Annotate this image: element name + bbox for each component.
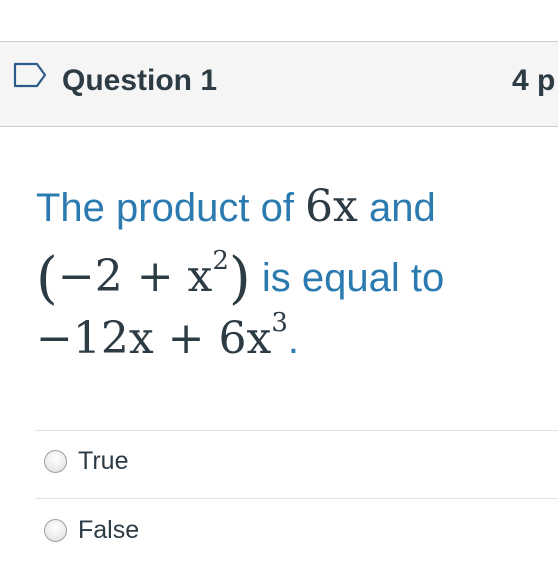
answer-label-false[interactable]: False bbox=[78, 516, 139, 545]
radio-true[interactable] bbox=[44, 449, 67, 473]
math-paren: ) bbox=[228, 246, 251, 311]
question-text-part: . bbox=[287, 318, 299, 362]
math-exponent: 3 bbox=[271, 308, 288, 338]
question-text-part: and bbox=[357, 186, 436, 230]
math-expression: 6x bbox=[305, 181, 358, 232]
bookmark-flag-icon[interactable] bbox=[12, 61, 48, 89]
answer-false[interactable]: False bbox=[44, 510, 139, 550]
math-expression-body: −12x + 6x bbox=[36, 313, 272, 364]
question-line-2: (−2 + x2) is equal to bbox=[36, 248, 445, 307]
question-text-part: The product of bbox=[36, 186, 306, 230]
math-paren: ( bbox=[36, 246, 58, 311]
answer-divider bbox=[35, 498, 558, 499]
math-expression-body: −2 + x bbox=[57, 251, 213, 302]
question-header: Question 1 4 p bbox=[0, 41, 558, 127]
question-points: 4 p bbox=[512, 64, 556, 97]
math-expression: −12x + 6x3 bbox=[36, 310, 288, 364]
math-exponent: 2 bbox=[212, 246, 229, 276]
question-line-1: The product of 6x and bbox=[36, 185, 436, 229]
question-line-3: −12x + 6x3. bbox=[36, 310, 299, 362]
question-text-part: is equal to bbox=[250, 256, 445, 300]
math-expression: −2 + x2 bbox=[57, 248, 229, 302]
radio-false[interactable] bbox=[44, 518, 67, 542]
answer-true[interactable]: True bbox=[44, 441, 128, 481]
answer-divider bbox=[35, 430, 558, 431]
answer-label-true[interactable]: True bbox=[78, 447, 128, 476]
question-title: Question 1 bbox=[62, 64, 218, 97]
